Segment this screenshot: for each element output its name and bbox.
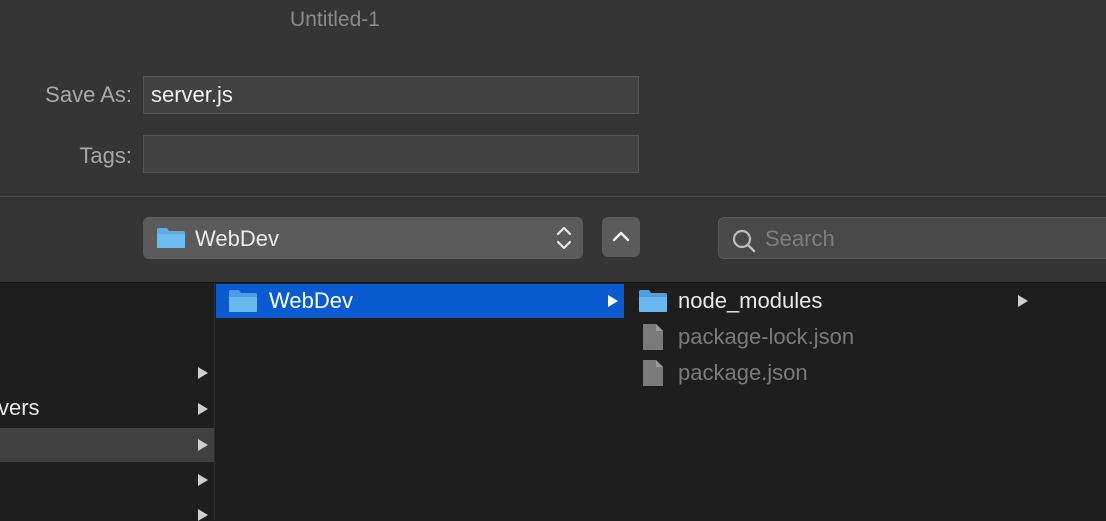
column-browser: vers WebDev node_modules package-lock.js… [0, 283, 1106, 521]
folder-row-webdev[interactable]: WebDev [216, 284, 624, 318]
disclosure-arrow-icon [198, 403, 208, 415]
folder-label: WebDev [269, 288, 353, 313]
tags-field[interactable] [143, 135, 639, 173]
folder-icon [229, 290, 257, 312]
location-popup-label: WebDev [195, 226, 279, 251]
column-separator [214, 283, 215, 520]
save-as-label: Save As: [45, 82, 132, 107]
collapse-button[interactable] [602, 217, 640, 257]
sidebar-item-label: vers [0, 395, 40, 420]
chevron-up-icon [612, 231, 630, 242]
disclosure-arrow-icon [608, 295, 618, 307]
disclosure-arrow-icon [198, 509, 208, 521]
search-input[interactable] [763, 224, 1097, 254]
disclosure-arrow-icon [1018, 295, 1028, 307]
folder-icon [156, 227, 186, 254]
item-label: package-lock.json [678, 324, 855, 349]
folder-row-node-modules[interactable]: node_modules [626, 284, 1046, 318]
file-icon [643, 324, 663, 350]
file-row-package-lock[interactable]: package-lock.json [626, 320, 1046, 354]
save-as-field[interactable]: server.js [143, 76, 639, 114]
sidebar-row[interactable]: vers [0, 391, 214, 425]
save-panel-header: Untitled-1 Save As: server.js Tags: WebD… [0, 0, 1106, 282]
disclosure-arrow-icon [198, 367, 208, 379]
item-label: node_modules [678, 288, 823, 313]
updown-chevron-icon [555, 223, 573, 258]
disclosure-arrow-icon [198, 439, 208, 451]
window-title: Untitled-1 [290, 8, 380, 31]
sidebar-row-selected[interactable] [0, 428, 214, 462]
disclosure-arrow-icon [198, 474, 208, 486]
search-field[interactable] [718, 217, 1106, 259]
search-icon [732, 229, 756, 253]
file-icon [643, 360, 663, 386]
folder-icon [639, 290, 667, 312]
file-row-package[interactable]: package.json [626, 356, 1046, 390]
tags-label: Tags: [79, 143, 132, 168]
location-popup[interactable]: WebDev [143, 217, 583, 259]
divider [0, 196, 1106, 197]
item-label: package.json [678, 360, 808, 385]
